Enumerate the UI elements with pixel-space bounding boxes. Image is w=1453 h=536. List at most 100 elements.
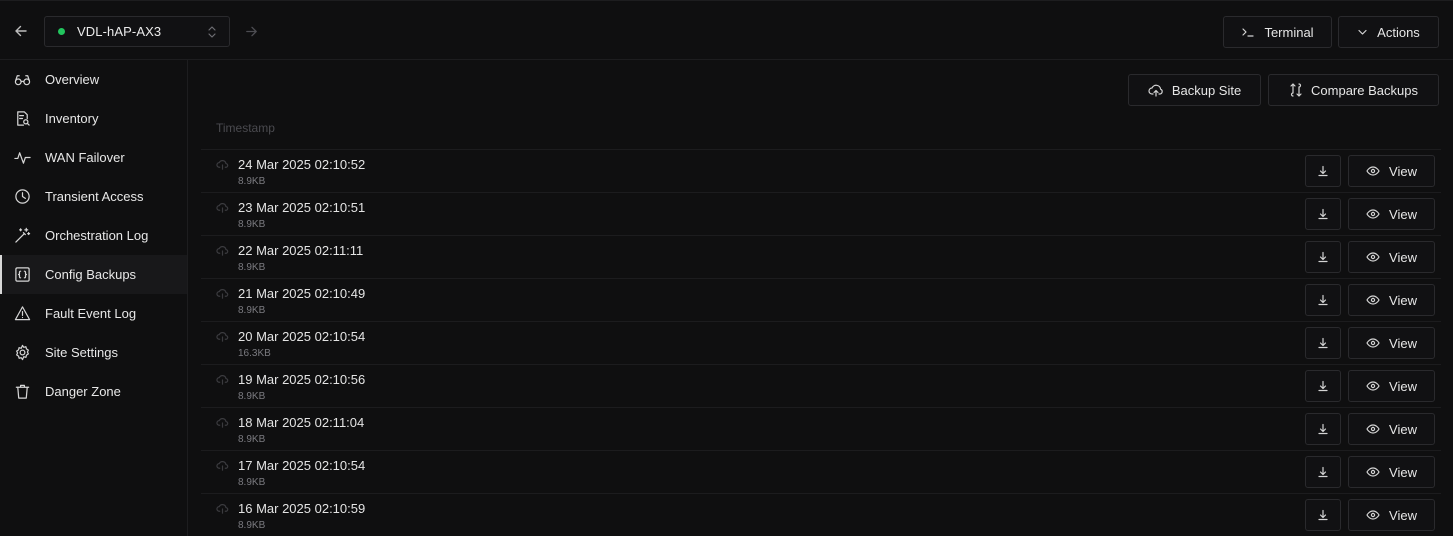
backup-timestamp: 16 Mar 2025 02:10:59	[238, 501, 366, 516]
eye-icon	[1366, 209, 1380, 219]
sidebar-item-inventory[interactable]: Inventory	[0, 99, 187, 138]
view-button[interactable]: View	[1348, 284, 1435, 316]
sidebar-item-label: Site Settings	[45, 345, 118, 360]
view-button[interactable]: View	[1348, 241, 1435, 273]
backup-size: 8.9KB	[238, 520, 266, 531]
backup-timestamp: 21 Mar 2025 02:10:49	[238, 286, 366, 301]
sidebar-item-wan-failover[interactable]: WAN Failover	[0, 138, 187, 177]
backup-timestamp: 19 Mar 2025 02:10:56	[238, 372, 366, 387]
view-button[interactable]: View	[1348, 155, 1435, 187]
download-button[interactable]	[1305, 413, 1341, 445]
eye-icon	[1366, 338, 1380, 348]
clock-icon	[13, 188, 31, 206]
backup-size: 16.3KB	[238, 348, 271, 359]
sidebar-item-label: Transient Access	[45, 189, 144, 204]
download-button[interactable]	[1305, 198, 1341, 230]
timestamp-column-header: Timestamp	[216, 121, 275, 135]
braces-file-icon	[13, 266, 31, 284]
cloud-icon	[216, 203, 229, 213]
actions-label: Actions	[1377, 24, 1420, 40]
view-label: View	[1389, 249, 1417, 265]
view-label: View	[1389, 163, 1417, 179]
sidebar-item-config-backups[interactable]: Config Backups	[0, 255, 187, 294]
eye-icon	[1366, 295, 1380, 305]
download-button[interactable]	[1305, 456, 1341, 488]
gear-icon	[13, 344, 31, 362]
chevron-up-down-icon	[208, 26, 216, 38]
download-button[interactable]	[1305, 327, 1341, 359]
compare-backups-button[interactable]: Compare Backups	[1268, 74, 1439, 106]
download-icon	[1318, 423, 1328, 435]
trash-icon	[13, 383, 31, 401]
backup-size: 8.9KB	[238, 434, 266, 445]
eye-icon	[1366, 467, 1380, 477]
view-button[interactable]: View	[1348, 499, 1435, 531]
view-label: View	[1389, 335, 1417, 351]
backup-timestamp: 22 Mar 2025 02:11:11	[238, 243, 364, 258]
sidebar-item-fault-event-log[interactable]: Fault Event Log	[0, 294, 187, 333]
cloud-icon	[216, 289, 229, 299]
download-icon	[1318, 165, 1328, 177]
sidebar-item-orchestration-log[interactable]: Orchestration Log	[0, 216, 187, 255]
sidebar-item-label: Fault Event Log	[45, 306, 137, 321]
view-button[interactable]: View	[1348, 327, 1435, 359]
view-label: View	[1389, 507, 1417, 523]
download-button[interactable]	[1305, 499, 1341, 531]
back-button[interactable]	[9, 19, 33, 43]
wand-icon	[13, 227, 31, 245]
view-label: View	[1389, 292, 1417, 308]
eye-icon	[1366, 510, 1380, 520]
view-button[interactable]: View	[1348, 413, 1435, 445]
terminal-label: Terminal	[1264, 24, 1314, 40]
site-name: VDL-hAP-AX3	[77, 24, 162, 39]
chevron-down-icon	[1358, 29, 1367, 35]
cloud-icon	[216, 332, 229, 342]
backup-row: 24 Mar 2025 02:10:52 8.9KB View	[201, 149, 1441, 192]
sidebar-item-site-settings[interactable]: Site Settings	[0, 333, 187, 372]
site-selector[interactable]: VDL-hAP-AX3	[44, 16, 230, 47]
download-button[interactable]	[1305, 241, 1341, 273]
backup-size: 8.9KB	[238, 219, 266, 230]
download-button[interactable]	[1305, 284, 1341, 316]
backup-row: 16 Mar 2025 02:10:59 8.9KB View	[201, 493, 1441, 536]
view-button[interactable]: View	[1348, 456, 1435, 488]
sidebar-item-label: WAN Failover	[45, 150, 125, 165]
terminal-button[interactable]: Terminal	[1223, 16, 1332, 48]
backup-row: 20 Mar 2025 02:10:54 16.3KB View	[201, 321, 1441, 364]
eye-icon	[1366, 381, 1380, 391]
backup-row: 18 Mar 2025 02:11:04 8.9KB View	[201, 407, 1441, 450]
cloud-icon	[216, 418, 229, 428]
backup-row: 21 Mar 2025 02:10:49 8.9KB View	[201, 278, 1441, 321]
download-icon	[1318, 337, 1328, 349]
backup-row: 17 Mar 2025 02:10:54 8.9KB View	[201, 450, 1441, 493]
terminal-icon	[1242, 28, 1255, 37]
cloud-icon	[216, 504, 229, 514]
compare-backups-label: Compare Backups	[1311, 82, 1418, 98]
view-button[interactable]: View	[1348, 198, 1435, 230]
view-label: View	[1389, 464, 1417, 480]
backup-row: 22 Mar 2025 02:11:11 8.9KB View	[201, 235, 1441, 278]
sidebar-item-overview[interactable]: Overview	[0, 60, 187, 99]
view-label: View	[1389, 206, 1417, 222]
sidebar-item-danger-zone[interactable]: Danger Zone	[0, 372, 187, 411]
sidebar-item-label: Orchestration Log	[45, 228, 149, 243]
backup-size: 8.9KB	[238, 391, 266, 402]
view-label: View	[1389, 421, 1417, 437]
backup-timestamp: 24 Mar 2025 02:10:52	[238, 157, 366, 172]
download-button[interactable]	[1305, 155, 1341, 187]
compare-arrows-icon	[1290, 83, 1302, 97]
cloud-icon	[216, 461, 229, 471]
actions-button[interactable]: Actions	[1338, 16, 1439, 48]
backup-list: 24 Mar 2025 02:10:52 8.9KB View 23 Mar 2…	[201, 149, 1441, 536]
app: VDL-hAP-AX3 Terminal Actions Overview In…	[0, 0, 1453, 536]
forward-button[interactable]	[240, 20, 262, 42]
sidebar-item-transient-access[interactable]: Transient Access	[0, 177, 187, 216]
download-icon	[1318, 294, 1328, 306]
arrow-right-icon	[245, 26, 257, 36]
status-dot	[58, 28, 65, 35]
view-button[interactable]: View	[1348, 370, 1435, 402]
download-button[interactable]	[1305, 370, 1341, 402]
eye-icon	[1366, 252, 1380, 262]
backup-site-label: Backup Site	[1171, 82, 1242, 98]
backup-site-button[interactable]: Backup Site	[1128, 74, 1261, 106]
